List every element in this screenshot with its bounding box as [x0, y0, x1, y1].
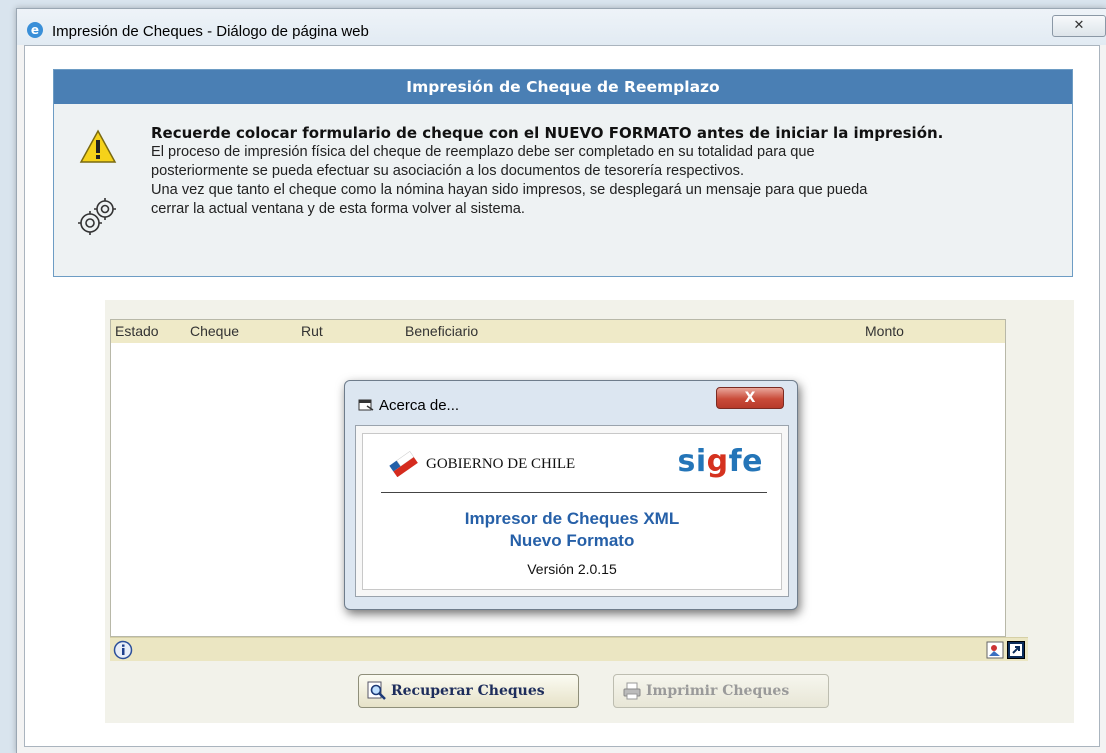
version-label: Versión 2.0.15 — [527, 561, 617, 577]
warning-icon — [79, 129, 117, 163]
instructions-text: Recuerde colocar formulario de cheque co… — [151, 124, 1051, 219]
window-title: Impresión de Cheques - Diálogo de página… — [52, 23, 369, 40]
column-beneficiario[interactable]: Beneficiario — [405, 323, 478, 339]
printer-icon — [623, 682, 641, 700]
info-icon[interactable] — [113, 640, 133, 660]
column-monto[interactable]: Monto — [865, 323, 904, 339]
about-title: Acerca de... — [379, 397, 460, 414]
title-bar: e Impresión de Cheques - Diálogo de pági… — [17, 9, 1106, 45]
instructions-lead: Recuerde colocar formulario de cheque co… — [151, 124, 944, 142]
grid-header: Estado Cheque Rut Beneficiario Monto — [111, 320, 1005, 343]
recuperar-cheques-button[interactable]: Recuperar Cheques — [358, 674, 579, 708]
imprimir-label: Imprimir Cheques — [646, 683, 790, 699]
about-close-button[interactable]: X — [716, 387, 784, 409]
imprimir-cheques-button[interactable]: Imprimir Cheques — [613, 674, 829, 708]
window-icon — [358, 399, 374, 411]
help-icon[interactable] — [1007, 641, 1025, 659]
about-body: GOBIERNO DE CHILE sigfe Impresor de Cheq… — [355, 425, 789, 597]
window-close-button[interactable]: ✕ — [1052, 15, 1106, 37]
panel-header: Impresión de Cheque de Reemplazo — [54, 70, 1072, 104]
svg-text:e: e — [31, 23, 39, 37]
search-icon — [367, 681, 386, 700]
print-preview-icon[interactable] — [986, 641, 1004, 659]
about-dialog: Acerca de... X GOBIERNO DE CHILE sigfe I… — [344, 380, 798, 610]
instructions-line: cerrar la actual ventana y de esta forma… — [151, 201, 525, 217]
column-estado[interactable]: Estado — [115, 323, 159, 339]
column-rut[interactable]: Rut — [301, 323, 323, 339]
sigfe-logo-part: si — [677, 444, 707, 479]
sigfe-logo: sigfe — [677, 444, 763, 479]
about-inner: GOBIERNO DE CHILE sigfe Impresor de Cheq… — [362, 433, 782, 590]
instructions-line: Una vez que tanto el cheque como la nómi… — [151, 182, 868, 198]
gear-icon — [78, 198, 116, 235]
product-name-line1: Impresor de Cheques XML — [464, 509, 680, 528]
sigfe-logo-part: fe — [728, 444, 763, 479]
ie-icon: e — [27, 22, 43, 38]
product-name-line2: Nuevo Formato — [509, 531, 635, 550]
divider — [381, 492, 767, 493]
sigfe-logo-part: g — [706, 444, 729, 479]
instructions-panel: Impresión de Cheque de Reemplazo Recuerd… — [53, 69, 1073, 277]
recuperar-label: Recuperar Cheques — [391, 683, 545, 699]
column-cheque[interactable]: Cheque — [190, 323, 239, 339]
instructions-line: posteriormente se pueda efectuar su asoc… — [151, 163, 744, 179]
grid-status-bar — [110, 637, 1028, 661]
chile-flag-logo — [389, 451, 418, 477]
instructions-line: El proceso de impresión física del chequ… — [151, 144, 815, 160]
org-name: GOBIERNO DE CHILE — [426, 456, 576, 472]
